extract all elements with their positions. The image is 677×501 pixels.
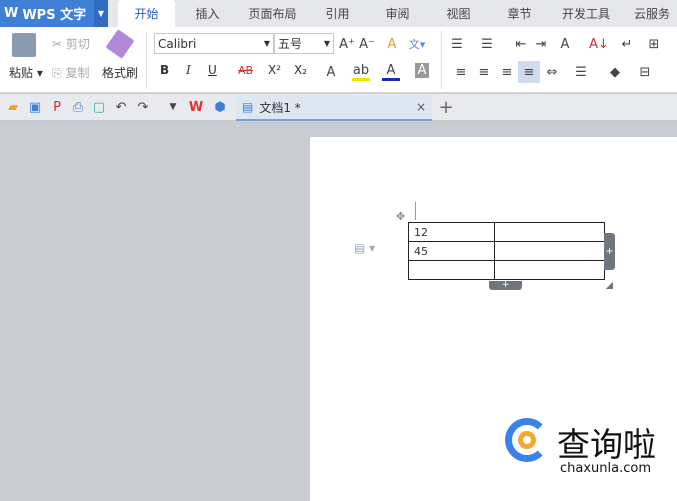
paste-button[interactable]: 粘贴 ▾ <box>9 64 43 81</box>
superscript-button[interactable]: X² <box>268 63 281 77</box>
text-cursor <box>415 202 416 220</box>
watermark-url: chaxunla.com <box>560 461 651 476</box>
menu-tab-bar: W WPS 文字 ▼ 开始 插入 页面布局 引用 审阅 视图 章节 开发工具 云… <box>0 0 677 27</box>
underline-button[interactable]: U <box>208 63 217 77</box>
clear-format-icon[interactable]: A <box>383 35 401 53</box>
copy-button[interactable]: ⎘ 复制 <box>52 64 89 81</box>
app-name: WPS 文字 <box>22 8 87 23</box>
bullets-icon[interactable]: ☰ <box>448 35 466 53</box>
numbering-icon[interactable]: ☰ <box>478 35 496 53</box>
italic-button[interactable]: I <box>186 63 191 77</box>
tab-section[interactable]: 章节 <box>497 0 542 27</box>
font-color-icon[interactable]: A <box>382 63 400 81</box>
new-tab-icon[interactable]: + <box>437 97 455 118</box>
add-row-button[interactable]: + <box>489 281 522 290</box>
format-painter-button[interactable]: 格式刷 <box>102 64 138 81</box>
tab-cloud[interactable]: 云服务 <box>627 0 677 27</box>
table-icon[interactable]: ⊞ <box>645 35 663 53</box>
strikethrough-button[interactable]: AB <box>238 64 253 77</box>
table-cell[interactable]: 45 <box>408 241 495 261</box>
font-size-adjust-icon[interactable]: A <box>556 35 574 53</box>
app-menu-button[interactable]: W WPS 文字 ▼ <box>0 0 108 27</box>
tab-page-layout[interactable]: 页面布局 <box>240 0 305 27</box>
borders-icon[interactable]: ⊟ <box>636 63 654 81</box>
align-center-icon[interactable]: ≡ <box>475 63 493 81</box>
phonetic-guide-icon[interactable]: 文▾ <box>408 35 426 53</box>
table-cell[interactable] <box>494 260 605 280</box>
print-icon[interactable]: ⎙ <box>69 98 87 116</box>
watermark-name: 查询啦 <box>557 425 656 464</box>
text-effect-icon[interactable]: A <box>322 63 340 81</box>
align-left-icon[interactable]: ≡ <box>452 63 470 81</box>
close-icon[interactable]: × <box>416 100 426 114</box>
paragraph-mark-icon[interactable]: ↵ <box>618 35 636 53</box>
table-move-handle-icon[interactable]: ✥ <box>396 210 405 223</box>
justify-icon[interactable]: ≡ <box>518 61 540 83</box>
export-pdf-icon[interactable]: P <box>48 98 66 116</box>
divider <box>441 31 442 89</box>
grow-font-icon[interactable]: A⁺ <box>338 35 356 53</box>
open-icon[interactable]: ▰ <box>4 98 22 116</box>
font-size-select[interactable]: 五号 ▼ <box>274 33 334 54</box>
document-table[interactable]: 12 45 <box>408 222 605 280</box>
scissors-icon: ✂ <box>52 37 63 51</box>
char-shading-icon[interactable]: A <box>415 63 429 78</box>
align-right-icon[interactable]: ≡ <box>498 63 516 81</box>
undo-icon[interactable]: ↶ <box>112 98 130 116</box>
table-cell[interactable] <box>408 260 495 280</box>
print-preview-icon[interactable]: ▢ <box>90 98 108 116</box>
document-tab-title: 文档1 * <box>259 100 301 115</box>
tab-review[interactable]: 审阅 <box>375 0 420 27</box>
chevron-down-icon[interactable]: ▼ <box>94 0 108 27</box>
save-icon[interactable]: ▣ <box>26 98 44 116</box>
cut-button[interactable]: ✂ 剪切 <box>52 35 90 52</box>
divider <box>146 31 147 89</box>
line-spacing-icon[interactable]: ☰ <box>572 63 590 81</box>
copy-icon: ⎘ <box>52 66 62 80</box>
shading-icon[interactable]: ◆ <box>606 63 624 81</box>
table-cell[interactable] <box>494 241 605 261</box>
table-cell[interactable] <box>494 222 605 242</box>
paste-options-icon[interactable]: ▤ ▾ <box>354 241 375 255</box>
watermark <box>505 418 553 466</box>
format-painter-icon <box>105 29 135 59</box>
distributed-icon[interactable]: ⇔ <box>543 63 561 81</box>
document-tab[interactable]: ▤ 文档1 * × <box>236 95 432 121</box>
cube-icon[interactable]: ⬢ <box>211 98 229 116</box>
wps-logo-icon: W <box>4 6 19 21</box>
tab-references[interactable]: 引用 <box>315 0 360 27</box>
tab-insert[interactable]: 插入 <box>185 0 230 27</box>
subscript-button[interactable]: X₂ <box>294 63 307 77</box>
sort-icon[interactable]: A↓ <box>589 35 609 53</box>
shrink-font-icon[interactable]: A⁻ <box>358 35 376 53</box>
wps-home-icon[interactable]: W <box>187 98 205 116</box>
paste-icon[interactable] <box>12 33 36 57</box>
table-row <box>408 260 605 280</box>
table-row: 12 <box>408 222 605 242</box>
decrease-indent-icon[interactable]: ⇤ <box>512 35 530 53</box>
add-column-button[interactable]: + <box>604 233 615 270</box>
increase-indent-icon[interactable]: ⇥ <box>532 35 550 53</box>
table-resize-handle[interactable] <box>606 282 613 289</box>
font-family-select[interactable]: Calibri ▼ <box>154 33 274 54</box>
table-row: 45 <box>408 241 605 261</box>
tab-home[interactable]: 开始 <box>118 0 175 27</box>
bold-button[interactable]: B <box>160 63 169 77</box>
table-cell[interactable]: 12 <box>408 222 495 242</box>
tab-view[interactable]: 视图 <box>436 0 481 27</box>
highlight-icon[interactable]: ab <box>352 63 370 81</box>
redo-icon[interactable]: ↷ <box>134 98 152 116</box>
ribbon: 粘贴 ▾ ✂ 剪切 ⎘ 复制 格式刷 Calibri ▼ 五号 ▼ A⁺ A⁻ A … <box>0 27 677 93</box>
document-icon: ▤ <box>242 100 254 114</box>
customize-chevron-icon[interactable]: ▼ <box>164 98 182 116</box>
tab-developer[interactable]: 开发工具 <box>555 0 617 27</box>
